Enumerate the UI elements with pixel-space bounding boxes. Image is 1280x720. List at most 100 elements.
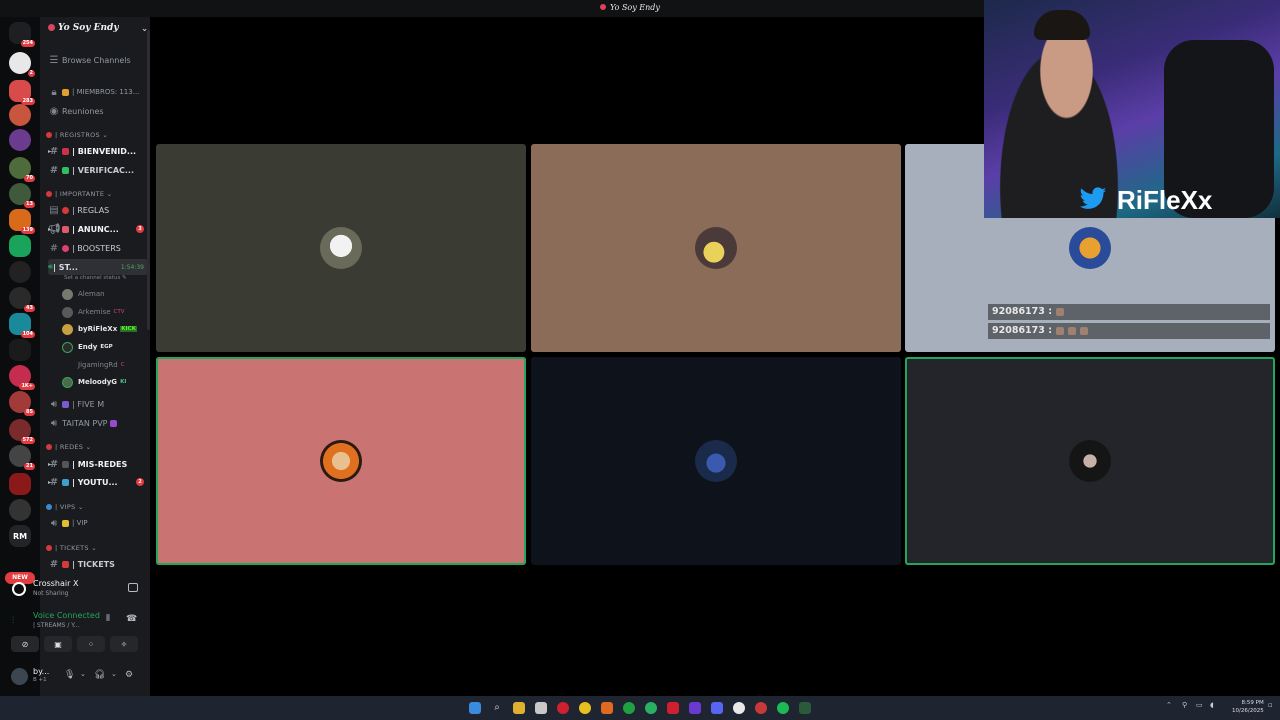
- screen-share-button[interactable]: ▣: [44, 636, 72, 652]
- noise-suppression-icon[interactable]: ⦀: [106, 614, 110, 624]
- participant-tile[interactable]: [156, 144, 526, 352]
- notifications-icon[interactable]: ▫: [1268, 701, 1273, 709]
- voice-channel-taitan[interactable]: 🔊︎ TAITAN PVP: [48, 415, 148, 431]
- search-icon[interactable]: ⌕: [491, 702, 503, 714]
- activities-button[interactable]: ⁘: [77, 636, 105, 652]
- voice-channel-name[interactable]: | STREAMS / Y...: [33, 622, 79, 629]
- channel-mis-redes[interactable]: ▸ # | MIS-REDES: [48, 456, 148, 472]
- chevron-down-icon[interactable]: ⌄: [111, 670, 117, 678]
- sidebar-scrollbar[interactable]: [147, 30, 150, 330]
- channel-verificacion[interactable]: # | VERIFICAC...: [48, 162, 148, 178]
- server-icon[interactable]: [9, 499, 31, 521]
- chrome-icon[interactable]: [579, 702, 591, 714]
- voice-channel-streams[interactable]: 🔊︎ | ST... 1:54:39: [48, 259, 148, 275]
- streamer: [984, 14, 1134, 218]
- discord-icon[interactable]: [711, 702, 723, 714]
- participant-tile-speaking[interactable]: [156, 357, 526, 565]
- server-icon[interactable]: [9, 235, 31, 257]
- category-emoji-icon: [46, 545, 52, 551]
- chevron-down-icon[interactable]: ⌄: [80, 670, 86, 678]
- app-icon[interactable]: [689, 702, 701, 714]
- share-screen-icon[interactable]: [128, 583, 138, 592]
- calendar-icon[interactable]: [535, 702, 547, 714]
- avatar: [62, 360, 73, 371]
- guild-header[interactable]: Yo Soy Endy ⌄: [48, 23, 148, 39]
- server-icon[interactable]: 139: [9, 209, 35, 234]
- voice-channel-vip[interactable]: 🔊︎ | VIP: [48, 515, 148, 531]
- direct-messages-button[interactable]: 254: [9, 22, 35, 47]
- chevron-up-icon[interactable]: ⌃: [1166, 701, 1172, 709]
- category-vips[interactable]: | VIPS ⌄: [46, 503, 84, 511]
- category-importante[interactable]: | IMPORTANTE ⌄: [46, 190, 112, 198]
- disconnect-icon[interactable]: ☎: [126, 614, 137, 624]
- emoji-icon: [62, 88, 69, 96]
- avatar: [695, 227, 737, 269]
- channel-status[interactable]: Set a channel status ✎: [64, 275, 127, 281]
- category-redes[interactable]: | REDES ⌄: [46, 443, 91, 451]
- server-icon[interactable]: 283: [9, 80, 35, 105]
- channel-boosters[interactable]: # | BOOSTERS: [48, 240, 148, 256]
- server-icon[interactable]: [9, 129, 31, 151]
- voice-member[interactable]: Endy EGP: [62, 340, 113, 354]
- channel-reuniones[interactable]: ◉ Reuniones: [48, 103, 148, 119]
- server-icon-rm[interactable]: RM: [9, 525, 31, 547]
- gear-icon[interactable]: ⚙: [125, 670, 133, 680]
- clock[interactable]: 8:59 PM 10/26/2025: [1232, 699, 1264, 715]
- voice-member[interactable]: byRiFleXx KICK: [62, 322, 137, 336]
- spotify-icon[interactable]: [777, 702, 789, 714]
- server-icon[interactable]: 21: [9, 445, 35, 470]
- start-icon[interactable]: [469, 702, 481, 714]
- channel-bienvenidas[interactable]: ▸ # | BIENVENID...: [48, 143, 148, 159]
- microphone-icon[interactable]: 🎙︎: [64, 670, 75, 680]
- channel-reglas[interactable]: ▤ | REGLAS: [48, 202, 148, 218]
- app-icon[interactable]: [667, 702, 679, 714]
- app-icon[interactable]: [799, 702, 811, 714]
- channel-youtube[interactable]: ▸ # | YOUTU...: [48, 474, 148, 490]
- tray-icon[interactable]: ⚲: [1182, 701, 1187, 709]
- app-icon[interactable]: [645, 702, 657, 714]
- camera-off-button[interactable]: ⊘: [11, 636, 39, 652]
- server-icon[interactable]: 43: [9, 287, 35, 312]
- voice-member[interactable]: Arkemise CTV: [62, 305, 124, 319]
- category-registros[interactable]: | REGISTROS ⌄: [46, 131, 108, 139]
- emoji-icon: [62, 478, 69, 486]
- server-icon[interactable]: [9, 339, 31, 361]
- headphones-icon[interactable]: 🎧︎: [94, 670, 105, 680]
- server-icon[interactable]: [9, 473, 31, 495]
- server-icon[interactable]: 104: [9, 313, 35, 338]
- avatar[interactable]: [11, 668, 28, 685]
- participant-tile[interactable]: [531, 357, 901, 565]
- server-icon[interactable]: 13: [9, 183, 35, 208]
- app-icon[interactable]: [733, 702, 745, 714]
- channel-tickets[interactable]: # | TICKETS: [48, 556, 148, 572]
- app-icon[interactable]: [601, 702, 613, 714]
- file-explorer-icon[interactable]: [513, 702, 525, 714]
- server-icon[interactable]: [9, 104, 31, 126]
- category-tickets[interactable]: | TICKETS ⌄: [46, 544, 97, 552]
- server-icon[interactable]: 70: [9, 157, 35, 182]
- hash-icon: #: [49, 164, 59, 176]
- voice-member[interactable]: JigamingRd C: [62, 358, 125, 372]
- voice-channel-fivem[interactable]: 🔊︎ | FIVE M: [48, 396, 148, 412]
- server-icon[interactable]: [9, 261, 31, 283]
- network-icon[interactable]: ▭: [1196, 701, 1203, 709]
- hash-icon: #: [49, 558, 59, 570]
- server-icon[interactable]: 2: [9, 52, 35, 77]
- app-icon[interactable]: [755, 702, 767, 714]
- xbox-icon[interactable]: [623, 702, 635, 714]
- server-icon[interactable]: 572: [9, 419, 35, 444]
- channel-miembros[interactable]: 🔒︎ | MIEMBROS: 113...: [48, 84, 148, 100]
- participant-tile-speaking[interactable]: [905, 357, 1275, 565]
- opera-icon[interactable]: [557, 702, 569, 714]
- server-icon[interactable]: 85: [9, 391, 35, 416]
- voice-member[interactable]: MeloodyG KI: [62, 375, 126, 389]
- server-icon[interactable]: 1K+: [9, 365, 35, 390]
- category-emoji-icon: [46, 444, 52, 450]
- voice-member[interactable]: Aleman: [62, 287, 105, 301]
- volume-icon[interactable]: ◖: [1210, 701, 1214, 709]
- voice-status[interactable]: Voice Connected: [33, 611, 100, 620]
- participant-tile[interactable]: [531, 144, 901, 352]
- browse-channels[interactable]: ☰ Browse Channels: [48, 52, 148, 68]
- soundboard-button[interactable]: ✧: [110, 636, 138, 652]
- channel-anuncios[interactable]: ▸ 📢︎ | ANUNC...: [48, 221, 148, 237]
